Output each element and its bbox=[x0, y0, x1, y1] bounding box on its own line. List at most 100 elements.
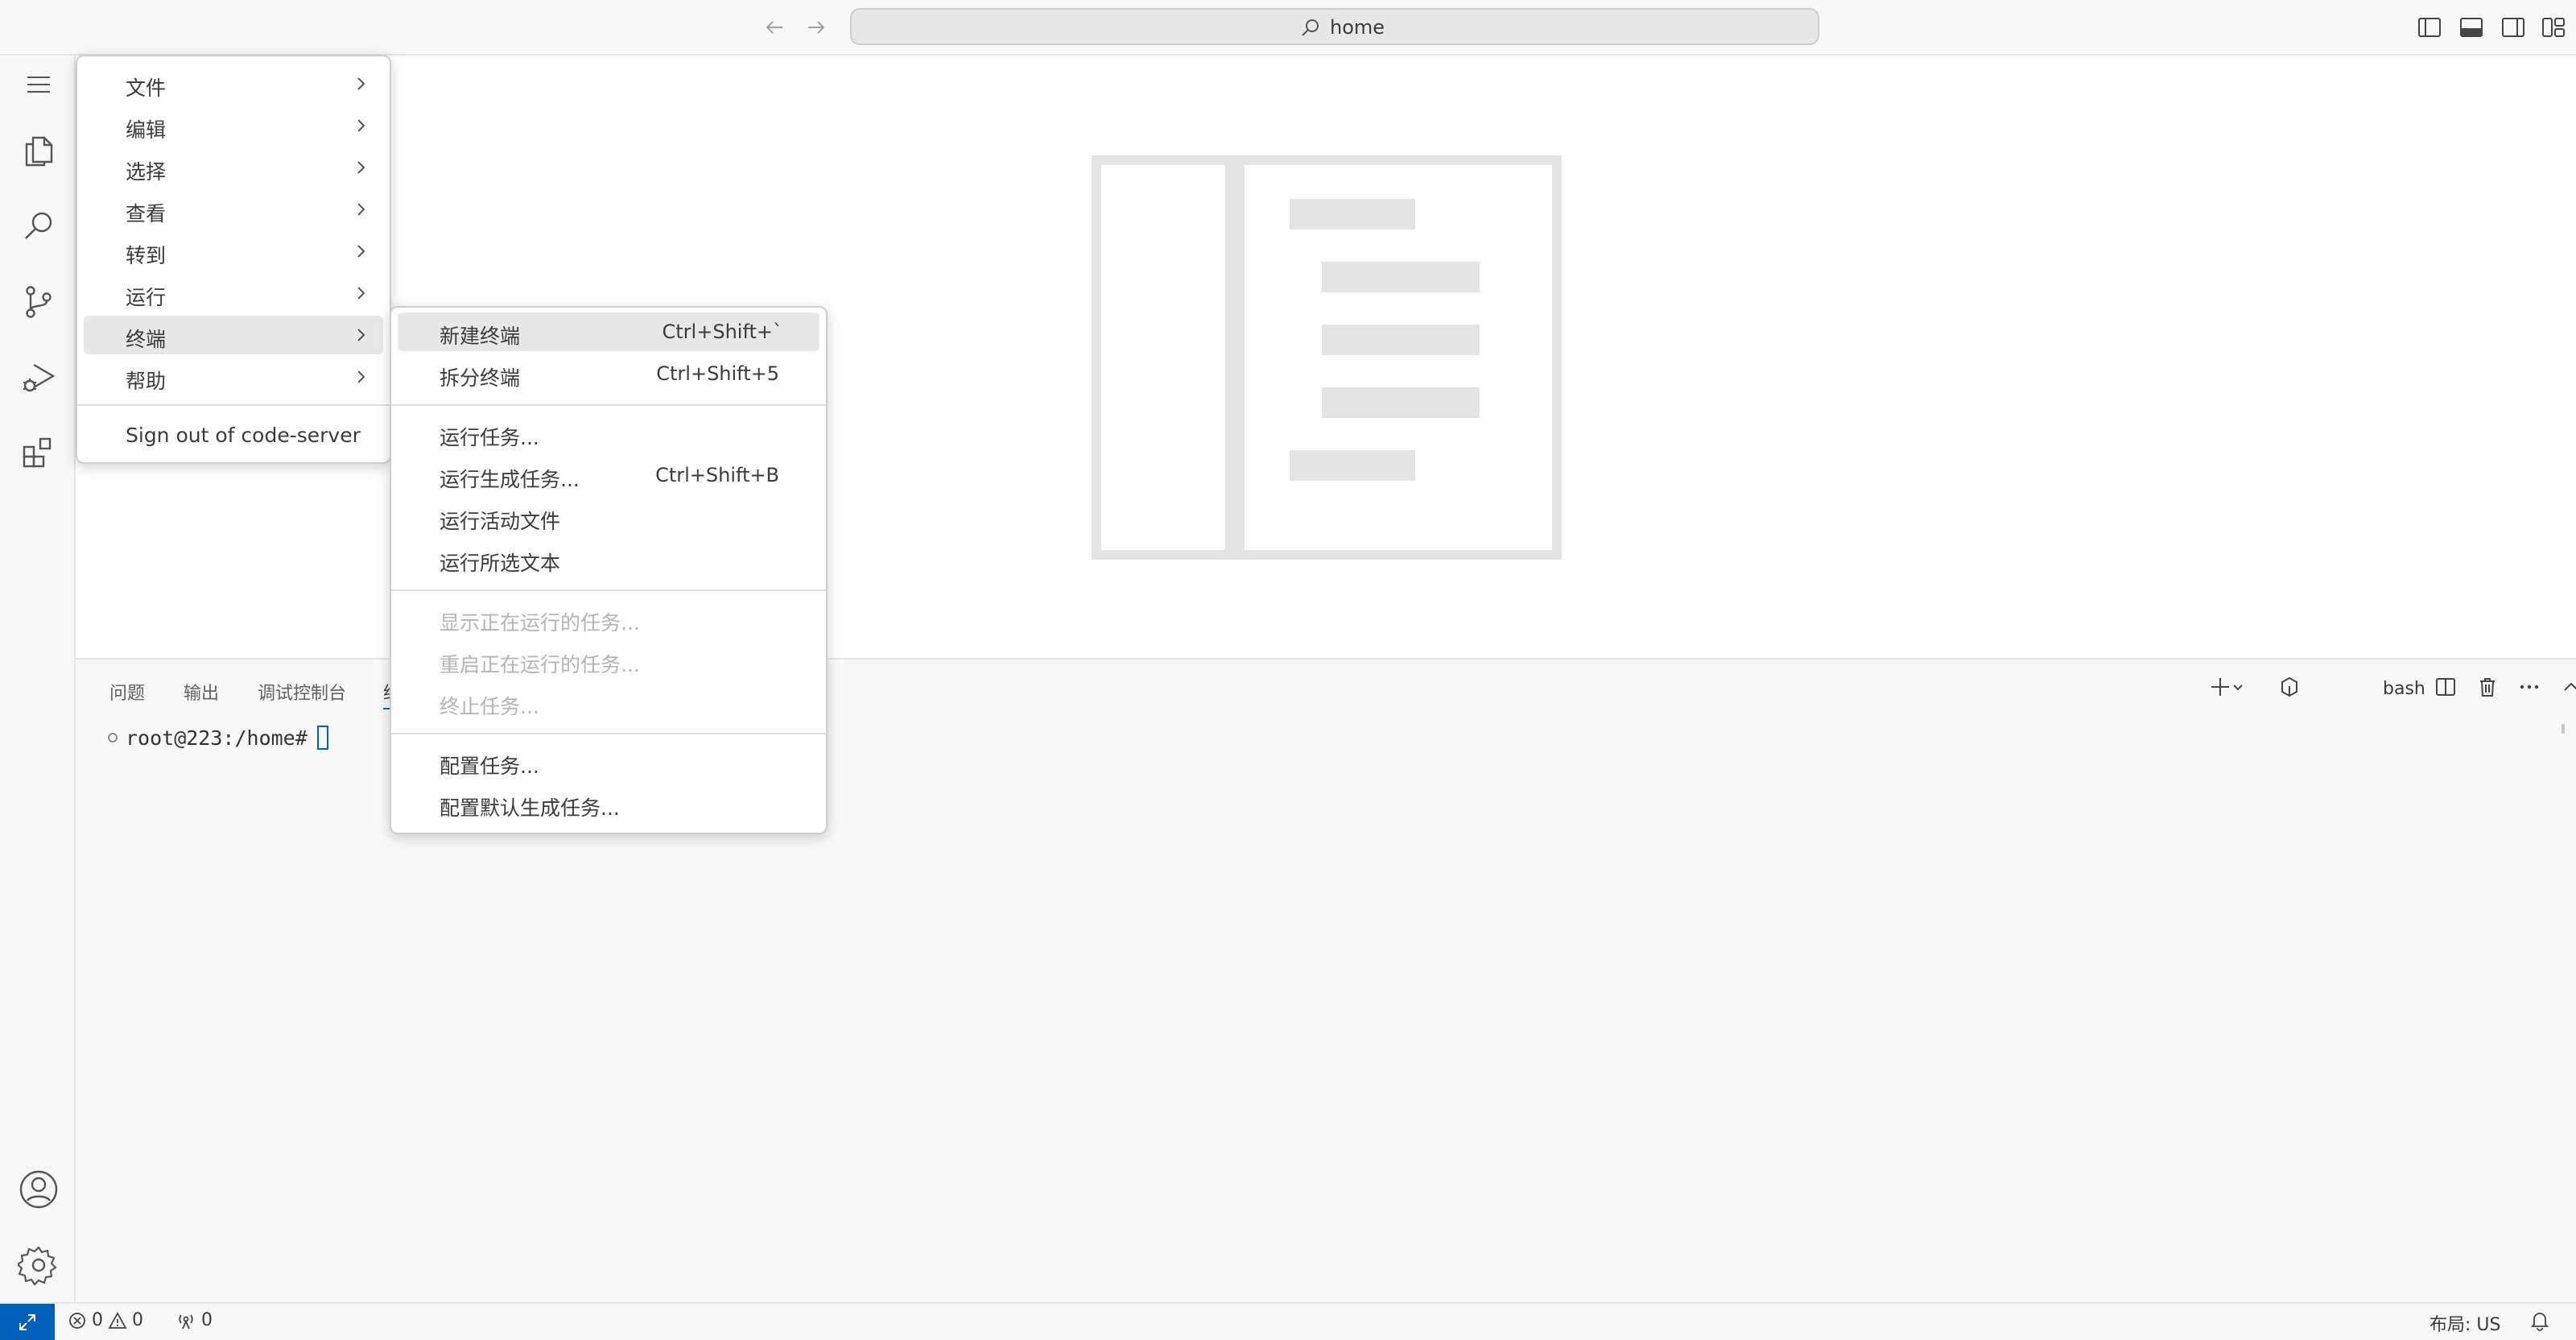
editor-watermark-logo bbox=[1092, 155, 1562, 560]
application-menu: 文件 编辑 选择 查看 转到 运行 终端 帮助 Sign out of code… bbox=[76, 55, 391, 464]
chevron-right-icon bbox=[353, 327, 369, 343]
terminal-profile-label[interactable]: bash bbox=[2383, 679, 2425, 699]
menu-item-label: 配置任务... bbox=[440, 755, 539, 778]
chevron-right-icon bbox=[353, 201, 369, 217]
terminal-cursor bbox=[316, 726, 328, 750]
menu-item-run-selected-text[interactable]: 运行所选文本 bbox=[398, 540, 819, 578]
menu-item-configure-default-build-task[interactable]: 配置默认生成任务... bbox=[398, 784, 819, 823]
menu-item-edit[interactable]: 编辑 bbox=[84, 106, 383, 145]
menu-item-run[interactable]: 运行 bbox=[84, 274, 383, 312]
more-actions-ellipsis-icon[interactable] bbox=[2515, 672, 2544, 701]
back-arrow-icon[interactable] bbox=[762, 14, 787, 40]
search-icon[interactable] bbox=[18, 205, 60, 247]
menu-item-label: 选择 bbox=[126, 160, 167, 184]
toggle-secondary-sidebar-icon[interactable] bbox=[2500, 14, 2526, 40]
chevron-right-icon bbox=[353, 118, 369, 134]
command-decoration-icon bbox=[108, 733, 118, 742]
activity-bar bbox=[0, 56, 76, 1302]
menu-item-label: 终端 bbox=[126, 328, 167, 351]
run-and-debug-icon[interactable] bbox=[18, 357, 60, 399]
maximize-panel-chevron-up-icon[interactable] bbox=[2557, 672, 2576, 701]
keyboard-shortcut: Ctrl+Shift+5 bbox=[656, 362, 779, 385]
error-count: 0 bbox=[92, 1310, 103, 1330]
tab-problems[interactable]: 问题 bbox=[109, 679, 145, 705]
source-control-icon[interactable] bbox=[18, 281, 60, 323]
terminal-submenu: 新建终端 Ctrl+Shift+` 拆分终端 Ctrl+Shift+5 运行任务… bbox=[390, 306, 828, 834]
menu-item-view[interactable]: 查看 bbox=[84, 190, 383, 229]
menu-item-run-task[interactable]: 运行任务... bbox=[398, 414, 819, 453]
explorer-icon[interactable] bbox=[18, 130, 60, 172]
menu-item-split-terminal[interactable]: 拆分终端 Ctrl+Shift+5 bbox=[398, 354, 819, 393]
menu-item-label: 新建终端 bbox=[440, 325, 521, 348]
chevron-right-icon bbox=[353, 76, 369, 92]
problems-status[interactable]: 0 0 bbox=[68, 1310, 143, 1330]
menu-item-selection[interactable]: 选择 bbox=[84, 148, 383, 187]
manage-gear-icon[interactable] bbox=[18, 1244, 60, 1286]
menu-item-label: 编辑 bbox=[126, 118, 167, 142]
menu-item-sign-out[interactable]: Sign out of code-server bbox=[84, 416, 383, 454]
bash-shell-icon bbox=[2275, 672, 2304, 701]
menu-item-new-terminal[interactable]: 新建终端 Ctrl+Shift+` bbox=[398, 312, 819, 351]
chevron-right-icon bbox=[353, 369, 369, 385]
command-center-search[interactable]: home bbox=[850, 8, 1819, 45]
menu-item-configure-tasks[interactable]: 配置任务... bbox=[398, 742, 819, 781]
extensions-icon[interactable] bbox=[18, 432, 60, 474]
menu-item-label: 转到 bbox=[126, 244, 167, 267]
notifications-bell-icon[interactable] bbox=[2529, 1310, 2550, 1331]
chevron-right-icon bbox=[353, 285, 369, 301]
warning-icon bbox=[108, 1311, 127, 1329]
error-icon bbox=[69, 1312, 85, 1329]
menu-item-label: 查看 bbox=[126, 202, 167, 225]
menu-separator bbox=[391, 404, 826, 406]
remote-indicator-button[interactable] bbox=[0, 1304, 55, 1340]
customize-layout-icon[interactable] bbox=[2541, 14, 2566, 40]
terminal-dropdown-chevron-icon[interactable] bbox=[2228, 672, 2248, 701]
keyboard-shortcut: Ctrl+Shift+` bbox=[662, 321, 782, 343]
remote-icon bbox=[19, 1313, 35, 1330]
menu-item-label: 配置默认生成任务... bbox=[440, 796, 620, 820]
menu-icon[interactable] bbox=[18, 64, 60, 105]
menu-separator bbox=[391, 733, 826, 734]
menu-item-terminate-task: 终止任务... bbox=[398, 683, 819, 722]
menu-item-label: 运行任务... bbox=[440, 426, 539, 449]
menu-item-label: Sign out of code-server bbox=[126, 424, 361, 447]
terminal-prompt: root@223:/home# bbox=[126, 726, 308, 750]
chevron-right-icon bbox=[353, 159, 369, 176]
keyboard-layout-status[interactable]: 布局: US bbox=[2429, 1310, 2500, 1336]
menu-item-label: 显示正在运行的任务... bbox=[440, 611, 640, 635]
menu-item-label: 运行活动文件 bbox=[440, 510, 561, 533]
menu-item-label: 运行生成任务... bbox=[440, 468, 580, 491]
warning-count: 0 bbox=[132, 1310, 143, 1330]
menu-item-file[interactable]: 文件 bbox=[84, 64, 383, 103]
keyboard-layout-label: 布局: US bbox=[2429, 1315, 2501, 1335]
menu-item-label: 帮助 bbox=[126, 370, 167, 393]
menu-item-run-active-file[interactable]: 运行活动文件 bbox=[398, 498, 819, 536]
menu-item-label: 文件 bbox=[126, 77, 167, 100]
terminal-prompt-line[interactable]: root@223:/home# bbox=[108, 726, 328, 750]
menu-item-run-build-task[interactable]: 运行生成任务... Ctrl+Shift+B bbox=[398, 456, 819, 494]
tab-debug-console[interactable]: 调试控制台 bbox=[258, 679, 346, 705]
ports-status[interactable]: 0 bbox=[175, 1310, 213, 1330]
menu-item-terminal[interactable]: 终端 bbox=[84, 316, 383, 354]
tab-output[interactable]: 输出 bbox=[184, 679, 219, 705]
chevron-right-icon bbox=[353, 243, 369, 259]
menu-item-go[interactable]: 转到 bbox=[84, 232, 383, 271]
kill-terminal-trash-icon[interactable] bbox=[2473, 672, 2502, 701]
menu-item-label: 终止任务... bbox=[440, 695, 539, 718]
toggle-primary-sidebar-icon[interactable] bbox=[2417, 14, 2442, 40]
accounts-icon[interactable] bbox=[18, 1168, 60, 1210]
menu-separator bbox=[77, 404, 390, 406]
forward-arrow-icon[interactable] bbox=[803, 14, 829, 40]
split-terminal-icon[interactable] bbox=[2431, 672, 2460, 701]
terminal-scrollbar[interactable] bbox=[2562, 724, 2565, 734]
menu-item-restart-running-task: 重启正在运行的任务... bbox=[398, 641, 819, 680]
menu-separator bbox=[391, 589, 826, 591]
menu-item-label: 重启正在运行的任务... bbox=[440, 653, 640, 676]
toggle-panel-icon[interactable] bbox=[2458, 14, 2484, 40]
menu-item-label: 拆分终端 bbox=[440, 366, 521, 390]
status-bar: 0 0 0 布局: US bbox=[0, 1302, 2576, 1340]
menu-item-help[interactable]: 帮助 bbox=[84, 358, 383, 396]
broadcast-icon bbox=[179, 1313, 193, 1329]
command-center-text: home bbox=[1330, 16, 1385, 39]
menu-item-show-running-tasks: 显示正在运行的任务... bbox=[398, 599, 819, 638]
